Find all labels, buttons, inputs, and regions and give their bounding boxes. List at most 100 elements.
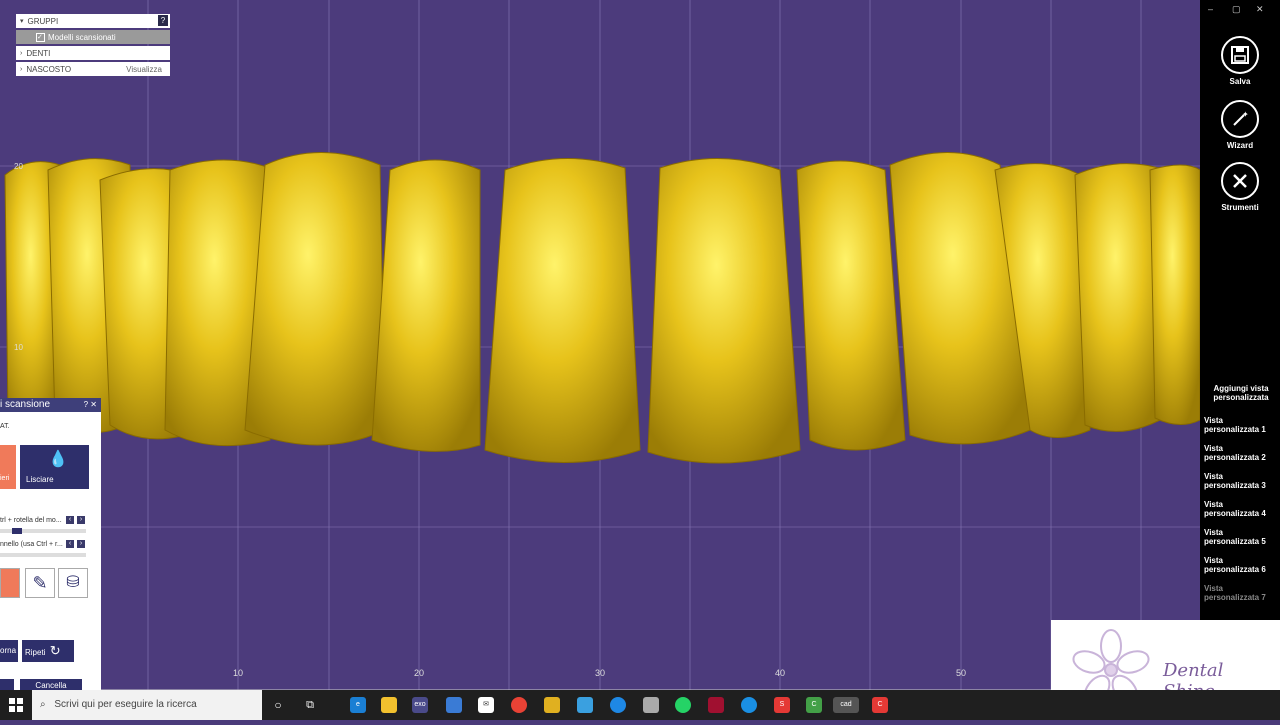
redo-button[interactable]: Ripeti ↻ bbox=[22, 640, 74, 662]
tree-label: GRUPPI bbox=[27, 16, 59, 26]
teamviewer-icon[interactable] bbox=[741, 697, 757, 713]
show-link[interactable]: Visualizza bbox=[126, 65, 162, 74]
maximize-button[interactable]: ▢ bbox=[1232, 4, 1241, 15]
task-view-icon[interactable]: ⧉ bbox=[302, 697, 318, 713]
wand-icon: ✦ bbox=[1221, 100, 1259, 138]
store-icon[interactable] bbox=[446, 697, 462, 713]
custom-view-item[interactable]: Vista personalizzata 4 bbox=[1204, 500, 1278, 518]
windows-start-icon[interactable] bbox=[9, 698, 23, 712]
add-custom-view-button[interactable]: Aggiungi vista personalizzata bbox=[1204, 384, 1278, 402]
panel-header-buttons[interactable]: ? ✕ bbox=[84, 398, 97, 412]
custom-view-item[interactable]: Vista personalizzata 3 bbox=[1204, 472, 1278, 490]
panel-subtitle: AT. bbox=[0, 423, 10, 430]
save-label: Salva bbox=[1229, 77, 1251, 86]
tree-item-scanned-models[interactable]: ✓ Modelli scansionati bbox=[16, 30, 170, 44]
svg-text:✦: ✦ bbox=[1242, 110, 1249, 119]
mail-icon[interactable]: ✉ bbox=[478, 697, 494, 713]
cancel-button[interactable]: Cancella bbox=[20, 679, 82, 690]
arrow-left-icon[interactable]: ‹ bbox=[66, 516, 74, 524]
chevron-down-icon: ▾ bbox=[20, 18, 24, 25]
tool-button-partial[interactable]: ieri bbox=[0, 445, 16, 489]
save-button[interactable]: Salva bbox=[1220, 36, 1260, 86]
app-icon[interactable]: C bbox=[872, 697, 888, 713]
app-icon[interactable] bbox=[643, 697, 659, 713]
tree-label: Modelli scansionati bbox=[48, 32, 116, 42]
help-button[interactable]: ? bbox=[158, 15, 168, 26]
scan-panel: i scansione ? ✕ AT. ieri 💧 Lisciare trl … bbox=[0, 398, 101, 690]
chevron-right-icon: › bbox=[20, 49, 23, 57]
tools-label: Strumenti bbox=[1221, 203, 1259, 212]
cylinder-icon[interactable]: ⛁ bbox=[58, 568, 88, 598]
tree-group-groups[interactable]: ▾ GRUPPI ? bbox=[16, 14, 170, 28]
3d-viewport[interactable]: 20 10 10 20 30 40 50 ▾ GRUPPI ? ✓ Modell… bbox=[0, 0, 1200, 690]
app-icon[interactable]: C bbox=[806, 697, 822, 713]
wizard-label: Wizard bbox=[1226, 141, 1254, 150]
custom-view-item[interactable]: Vista personalizzata 2 bbox=[1204, 444, 1278, 462]
tool-label: ieri bbox=[0, 475, 10, 482]
tools-button[interactable]: Strumenti bbox=[1220, 162, 1260, 212]
tree-group-hidden[interactable]: › NASCOSTO Visualizza bbox=[16, 62, 170, 76]
chevron-right-icon: › bbox=[20, 65, 23, 73]
teeth bbox=[4, 152, 1200, 464]
save-icon bbox=[1221, 36, 1259, 74]
scan-panel-title: i scansione ? ✕ bbox=[0, 398, 101, 412]
cad-app-icon[interactable]: cad bbox=[833, 697, 859, 713]
taskbar-search[interactable]: ⌕ Scrivi qui per eseguire la ricerca bbox=[32, 690, 262, 720]
brush-icon[interactable]: ✎ bbox=[25, 568, 55, 598]
minimize-button[interactable]: – bbox=[1208, 4, 1213, 14]
redo-icon: ↻ bbox=[49, 643, 61, 658]
chrome-icon[interactable] bbox=[511, 697, 527, 713]
y-tick-label: 10 bbox=[14, 343, 23, 352]
scene: 20 10 10 20 30 40 50 bbox=[0, 0, 1200, 690]
redo-label: Ripeti bbox=[25, 648, 46, 657]
undo-button[interactable]: orna bbox=[0, 640, 18, 662]
size-slider[interactable] bbox=[0, 528, 86, 534]
undo-label: orna bbox=[0, 646, 17, 655]
x-tick-label: 20 bbox=[414, 668, 424, 678]
x-axis-labels: 10 20 30 40 50 bbox=[233, 668, 966, 678]
object-tree: ▾ GRUPPI ? ✓ Modelli scansionati › DENTI… bbox=[16, 14, 170, 78]
x-tick-label: 40 bbox=[775, 668, 785, 678]
strength-slider[interactable] bbox=[0, 553, 86, 557]
y-tick-label: 20 bbox=[14, 162, 23, 171]
app-icon[interactable] bbox=[708, 697, 724, 713]
custom-view-item[interactable]: Vista personalizzata 5 bbox=[1204, 528, 1278, 546]
whatsapp-icon[interactable] bbox=[675, 697, 691, 713]
custom-view-item[interactable]: Vista personalizzata 6 bbox=[1204, 556, 1278, 574]
brush-tool-active[interactable] bbox=[0, 568, 20, 598]
custom-view-item[interactable]: Vista personalizzata 7 bbox=[1204, 584, 1278, 602]
cortana-icon[interactable]: ○ bbox=[270, 697, 286, 713]
arrow-right-icon[interactable]: › bbox=[77, 516, 85, 524]
search-placeholder: Scrivi qui per eseguire la ricerca bbox=[54, 699, 197, 710]
search-icon: ⌕ bbox=[40, 699, 46, 710]
close-button[interactable]: ✕ bbox=[1256, 4, 1264, 15]
tree-label: NASCOSTO bbox=[26, 64, 72, 74]
arrow-right-icon[interactable]: › bbox=[77, 540, 85, 548]
app-icon[interactable] bbox=[544, 697, 560, 713]
tree-group-teeth[interactable]: › DENTI bbox=[16, 46, 170, 60]
ok-button-partial[interactable] bbox=[0, 679, 14, 690]
custom-view-item[interactable]: Vista personalizzata 1 bbox=[1204, 416, 1278, 434]
tree-label: DENTI bbox=[26, 48, 51, 58]
edge-icon[interactable]: e bbox=[350, 697, 366, 713]
wizard-button[interactable]: ✦ Wizard bbox=[1220, 100, 1260, 150]
tools-icon bbox=[1221, 162, 1259, 200]
x-tick-label: 30 bbox=[595, 668, 605, 678]
exocad-icon[interactable]: exo bbox=[412, 697, 428, 713]
file-explorer-icon[interactable] bbox=[381, 697, 397, 713]
x-tick-label: 10 bbox=[233, 668, 243, 678]
right-sidebar: – ▢ ✕ Salva ✦ Wizard Strumenti Aggiungi … bbox=[1200, 0, 1280, 690]
smooth-label: Lisciare bbox=[26, 475, 54, 484]
scan-panel-title-text: i scansione bbox=[0, 399, 51, 410]
app-icon[interactable] bbox=[577, 697, 593, 713]
drop-icon: 💧 bbox=[48, 451, 68, 468]
taskbar: ⌕ Scrivi qui per eseguire la ricerca ○ ⧉… bbox=[0, 690, 1280, 720]
app-icon[interactable] bbox=[610, 697, 626, 713]
checkbox-icon[interactable]: ✓ bbox=[36, 32, 45, 42]
slider-handle[interactable] bbox=[12, 528, 22, 534]
x-tick-label: 50 bbox=[956, 668, 966, 678]
cancel-label: Cancella bbox=[35, 681, 67, 690]
smooth-button[interactable]: 💧 Lisciare bbox=[20, 445, 89, 489]
app-icon[interactable]: S bbox=[774, 697, 790, 713]
arrow-left-icon[interactable]: ‹ bbox=[66, 540, 74, 548]
